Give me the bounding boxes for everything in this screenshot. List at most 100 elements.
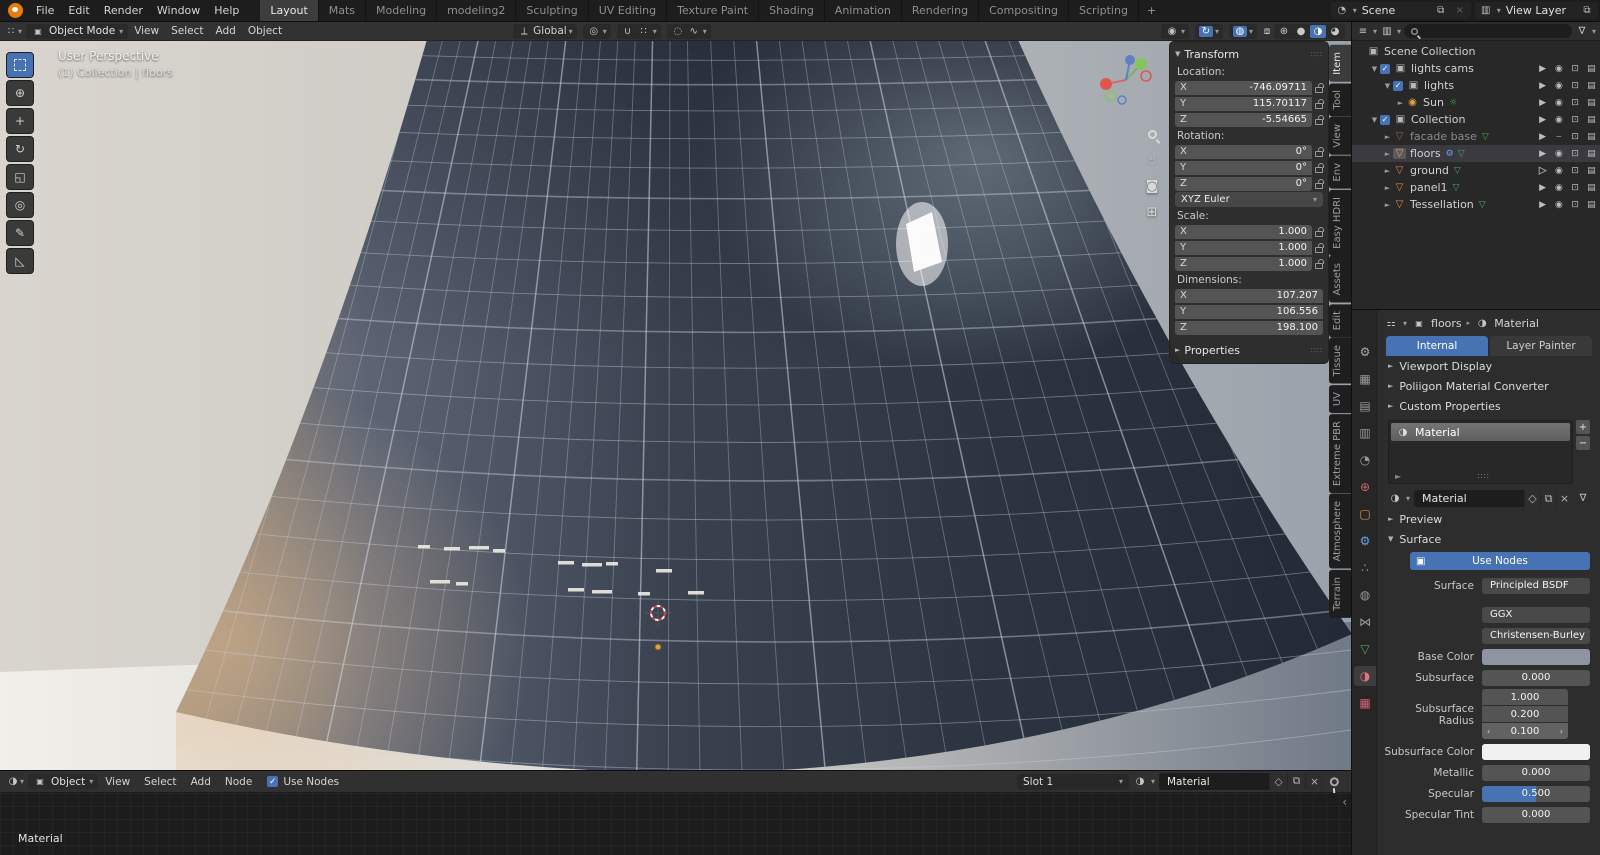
vector-component-field[interactable]: 0.200 [1482,706,1568,722]
workspace-tab-layout[interactable]: Layout [260,0,319,21]
increment-arrow-icon[interactable]: › [1560,727,1563,736]
disclosure-icon[interactable]: ► [1382,167,1393,175]
shading-rendered-icon[interactable]: ◕ [1327,25,1343,38]
selectable-cursor-icon[interactable]: ▶ [1536,81,1549,91]
lock-open-icon[interactable] [1315,242,1324,253]
filter-funnel-icon[interactable]: ∇ [1575,26,1589,37]
lock-open-icon[interactable] [1315,98,1324,109]
location-x-field[interactable]: X -746.09711 [1175,80,1312,95]
shader-menu-node[interactable]: Node [218,776,259,788]
add-slot-button[interactable]: + [1576,420,1590,434]
breadcrumb-object[interactable]: floors [1431,317,1462,330]
use-nodes-checkbox[interactable]: ✓ [267,776,279,787]
lock-open-icon[interactable] [1315,146,1324,157]
lock-open-icon[interactable] [1315,258,1324,269]
viewport-disable-monitor-icon[interactable]: ⊡ [1569,183,1582,193]
viewport-disable-monitor-icon[interactable]: ⊡ [1569,64,1582,74]
breadcrumb-datablock[interactable]: Material [1494,317,1539,330]
disclosure-icon[interactable]: ► [1382,184,1393,192]
overlays-dropdown[interactable]: ◍ ▾ [1228,23,1257,39]
vector-component-field[interactable]: 0.100 ‹ › [1482,723,1568,739]
xray-toggle-icon[interactable]: ⧈ [1260,26,1274,37]
magnet-icon[interactable]: ∪ [621,26,635,37]
pin-icon[interactable] [1326,774,1343,790]
render-camera-icon[interactable]: ▤ [1585,149,1598,159]
hide-eye-icon[interactable]: ◉ [1552,200,1565,210]
new-material-icon[interactable]: ⧉ [1540,490,1556,507]
unlink-icon[interactable]: × [1305,773,1323,790]
slider-field[interactable]: 0.500 [1482,785,1590,802]
tool-rotate[interactable]: ↻ [6,136,34,162]
scroll-left-icon[interactable]: ‹ [1342,795,1347,809]
disclosure-icon[interactable]: ▼ [1382,82,1393,90]
hide-eye-icon[interactable]: ◉ [1552,64,1565,74]
shading-solid-icon[interactable]: ● [1293,25,1309,38]
axis-navigation-gizmo[interactable] [1094,48,1158,112]
panel-header-custom-properties[interactable]: ► Custom Properties [1378,396,1600,416]
render-camera-icon[interactable]: ▤ [1585,166,1598,176]
workspace-tab-shading[interactable]: Shading [759,0,825,21]
shader-type-select[interactable]: ▣ Object ▾ [28,774,99,789]
number-field[interactable]: 0.000 [1482,806,1590,823]
preview-panel-header[interactable]: ► Preview [1378,509,1600,529]
zoom-tool-icon[interactable] [1140,122,1164,146]
color-swatch[interactable] [1482,743,1590,760]
number-field[interactable]: 0.000 [1482,669,1590,686]
menu-edit[interactable]: Edit [61,0,96,21]
selectable-cursor-icon[interactable]: ▶ [1536,200,1549,210]
tool-annotate[interactable]: ✎ [6,220,34,246]
viewport-disable-monitor-icon[interactable]: ⊡ [1569,132,1582,142]
viewport-disable-monitor-icon[interactable]: ⊡ [1569,98,1582,108]
outliner-row-ground[interactable]: ► ▽ ground ▽ ▶ ◉ ⊡ ▤ [1352,162,1600,179]
menu-field[interactable]: Christensen-Burley [1482,627,1590,644]
snap-controls[interactable]: ∪ ∷ ▾ [616,23,661,39]
fake-user-shield-icon[interactable]: ◇ [1269,773,1287,790]
material-sphere-icon[interactable]: ◑ [1133,776,1147,787]
fake-user-shield-icon[interactable]: ◇ [1524,490,1540,507]
sidebar-tab-edit[interactable]: Edit [1329,303,1351,338]
panel-grip[interactable]: ∷∷ [1311,50,1323,59]
mode-select[interactable]: ▣ Object Mode ▾ [26,23,129,39]
workspace-tab-compositing[interactable]: Compositing [979,0,1070,21]
outliner-row-sun[interactable]: ► ◉ Sun ☼ ▶ ◉ ⊡ ▤ [1352,94,1600,111]
node-tree-icon[interactable]: ∇ [1576,493,1590,504]
viewport-menu-select[interactable]: Select [165,25,209,37]
slot-select[interactable]: Slot 1 ▾ [1016,773,1129,790]
menu-help[interactable]: Help [207,0,246,21]
panel-header-viewport-display[interactable]: ► Viewport Display [1378,356,1600,376]
display-mode-icon[interactable]: ≡ [1356,26,1370,37]
properties-tab-output[interactable]: ▤ [1354,396,1376,416]
dimensions-x-field[interactable]: X 107.207 [1175,288,1323,303]
material-slot-list[interactable]: ◑ Material ► ∷∷ [1388,420,1573,484]
selectable-cursor-icon[interactable]: ▶ [1536,166,1549,176]
viewport-disable-monitor-icon[interactable]: ⊡ [1569,81,1582,91]
overlays-icon[interactable]: ◍ [1232,25,1247,37]
surface-panel-header[interactable]: ▼ Surface [1378,529,1600,549]
shading-material-icon[interactable]: ◑ [1310,24,1326,38]
sidebar-tab-tissue[interactable]: Tissue [1329,338,1351,384]
properties-tab-object[interactable]: ▢ [1354,504,1376,524]
pivot-point[interactable]: ◎ ▾ [582,23,611,39]
editor-type-icon[interactable]: ⚏ [1384,318,1398,329]
workspace-tab-mats[interactable]: Mats [318,0,367,21]
hide-eye-icon[interactable]: ◉ [1552,149,1565,159]
properties-tab-scene[interactable]: ◔ [1354,450,1376,470]
workspace-tab-uv-editing[interactable]: UV Editing [588,0,668,21]
properties-panel-header[interactable]: ► Properties ∷∷ [1175,341,1323,359]
render-camera-icon[interactable]: ▤ [1585,81,1598,91]
hide-eye-icon[interactable]: ⌣ [1552,132,1565,142]
menu-field[interactable]: Principled BSDF [1482,577,1590,594]
outliner-row-floors[interactable]: ► ▽ floors ⚙ ▽ ▶ ◉ ⊡ ▤ [1352,145,1600,162]
menu-render[interactable]: Render [97,0,150,21]
hide-eye-icon[interactable]: ◉ [1552,183,1565,193]
3d-viewport[interactable]: ∷ ▾ ▣ Object Mode ▾ View Select Add Object … [0,22,1351,770]
new-scene-icon[interactable]: ⧉ [1433,3,1449,18]
scale-z-field[interactable]: Z 1.000 [1175,256,1312,271]
selectable-cursor-icon[interactable]: ▶ [1536,115,1549,125]
editor-type-icon[interactable]: ∷ [4,26,18,37]
render-camera-icon[interactable]: ▤ [1585,115,1598,125]
sidebar-tab-env[interactable]: Env [1329,155,1351,189]
sidebar-tab-atmosphere[interactable]: Atmosphere [1329,494,1351,569]
pan-hand-icon[interactable]: ☝ [1140,148,1164,172]
properties-tab-modifiers[interactable]: ⚙ [1354,531,1376,551]
